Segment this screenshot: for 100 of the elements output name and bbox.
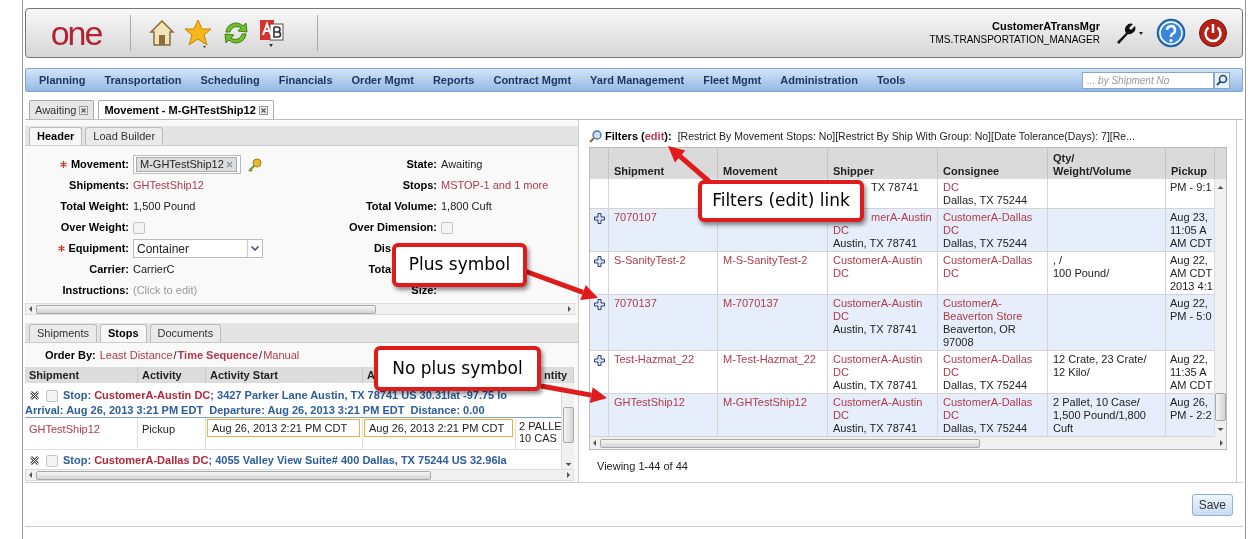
company-link[interactable]: DC [943,267,959,280]
sort-option[interactable]: Manual [263,346,300,364]
field-link[interactable]: MSTOP-1 and 1 more [441,177,549,194]
plus-icon[interactable] [593,355,605,366]
company-link[interactable]: CustomerA-Dallas [943,211,1033,224]
plus-icon[interactable] [593,256,605,267]
table-cell-text: Aug 22, [1170,353,1209,366]
checkbox[interactable] [46,454,58,467]
company-link[interactable]: DC [943,409,959,422]
shipment-link[interactable]: S-SanityTest-2 [614,254,686,266]
delete-icon[interactable] [29,455,40,466]
date-field[interactable]: Aug 26, 2013 2:21 PM CDT [364,419,513,437]
company-link[interactable]: CustomerA-Dallas [943,254,1033,267]
movement-link[interactable]: M-GHTestShip12 [723,396,807,408]
menu-item[interactable]: Contract Mgmt [493,71,572,89]
checkbox[interactable] [46,389,58,402]
checkbox[interactable] [133,221,145,234]
document-tab[interactable]: Awaiting [29,100,95,119]
tab[interactable]: Load Builder [85,127,164,145]
company-link[interactable]: DC [833,267,849,280]
tab[interactable]: Stops [100,324,147,342]
checkbox[interactable] [441,221,453,234]
delete-icon[interactable] [29,390,40,401]
search-icon[interactable] [1214,71,1230,89]
close-icon[interactable] [79,105,89,115]
horizontal-scrollbar[interactable] [590,437,1226,449]
company-link[interactable]: CustomerA-Austin [833,254,923,267]
table-cell-text: 11:35 A [1170,366,1208,379]
company-link[interactable]: DC [943,181,959,194]
company-link[interactable]: DC [833,409,849,422]
tab[interactable]: Documents [149,324,222,342]
company-link[interactable]: merA-Austin [871,211,932,224]
company-link[interactable]: CustomerA-Austin [833,297,923,310]
menu-item[interactable]: Order Mgmt [351,71,414,89]
edit-link[interactable]: edit [644,128,665,145]
search-field[interactable]: ... by Shipment No [1082,71,1214,89]
horizontal-scrollbar[interactable] [25,303,575,315]
shipment-link[interactable]: Test-Hazmat_22 [614,353,695,365]
shipment-link[interactable]: GHTestShip12 [29,423,100,435]
movement-link[interactable]: M-S-SanityTest-2 [723,254,808,266]
field-label: Dis [373,241,391,257]
refresh-icon[interactable] [221,19,251,47]
tab[interactable]: Shipments [29,324,97,342]
company-link[interactable]: CustomerA-Austin [833,353,923,366]
company-link[interactable]: CustomerA-Austin [833,396,923,409]
menu-item[interactable]: Financials [278,71,333,89]
key-search-icon[interactable] [247,156,263,173]
company-link[interactable]: CustomerA- [943,297,1002,310]
field-link[interactable]: GHTestShip12 [133,177,204,194]
menu-item[interactable]: Fleet Mgmt [703,71,762,89]
translate-icon[interactable] [259,17,285,49]
movement-link[interactable]: M-Test-Hazmat_22 [723,353,816,365]
date-field[interactable]: Aug 26, 2013 2:21 PM CDT [207,419,360,437]
shipment-link[interactable]: GHTestShip12 [614,396,685,408]
company-link[interactable]: CustomerA-Dallas [943,353,1033,366]
vertical-scrollbar[interactable] [1214,179,1226,437]
power-icon[interactable] [1198,18,1228,48]
scroll-down-icon[interactable] [1216,425,1225,434]
scroll-thumb[interactable] [1215,393,1226,421]
equipment-select[interactable]: Container [133,239,263,258]
menu-item[interactable]: Tools [876,71,906,89]
scroll-thumb[interactable] [600,438,980,448]
movement-field[interactable]: M-GHTestShip12 [133,155,241,174]
star-icon[interactable] [183,18,213,48]
help-icon[interactable] [1156,18,1186,48]
movement-link[interactable]: M-7070137 [723,297,779,309]
company-link[interactable]: DC [943,366,959,379]
sort-option[interactable]: Least Distance [99,346,173,364]
company-link[interactable]: DC [943,224,959,237]
menu-item[interactable]: Reports [432,71,475,89]
plus-icon[interactable] [593,213,605,224]
sort-option[interactable]: Time Sequence [177,346,259,364]
menu-item[interactable]: Planning [39,71,86,89]
menu-item[interactable]: Transportation [104,71,182,89]
document-tab[interactable]: Movement - M-GHTestShip12 [98,100,274,119]
scroll-thumb[interactable] [36,470,431,480]
company-link[interactable]: DC [833,224,849,237]
menu-item[interactable]: Yard Management [590,71,685,89]
company-link[interactable]: DC [833,366,849,379]
logo: one [49,13,103,53]
shipment-link[interactable]: 7070107 [614,211,657,223]
menu-item[interactable]: Administration [780,71,858,89]
save-button[interactable]: Save [1191,493,1233,516]
company-link[interactable]: Beaverton Store [943,310,1023,323]
scroll-thumb[interactable] [36,304,376,314]
search-icon [589,130,602,143]
company-link[interactable]: CustomerA-Dallas [943,396,1033,409]
stop-title: Stop: CustomerA-Austin DC; 3427 Parker Lane Austin, TX 78741 US 30.31lat -97.75 lo [63,388,508,404]
movement-chip[interactable]: M-GHTestShip12 [136,157,237,172]
home-icon[interactable] [149,19,175,47]
horizontal-scrollbar[interactable] [25,469,574,481]
close-icon[interactable] [258,105,268,115]
scroll-thumb[interactable] [562,407,574,443]
menu-item[interactable]: Scheduling [200,71,260,89]
tab[interactable]: Header [29,127,83,145]
plus-icon[interactable] [593,299,605,310]
vertical-scrollbar[interactable] [561,383,574,469]
company-link[interactable]: DC [833,310,849,323]
scroll-up-icon[interactable] [1216,183,1225,192]
shipment-link[interactable]: 7070137 [614,297,657,309]
